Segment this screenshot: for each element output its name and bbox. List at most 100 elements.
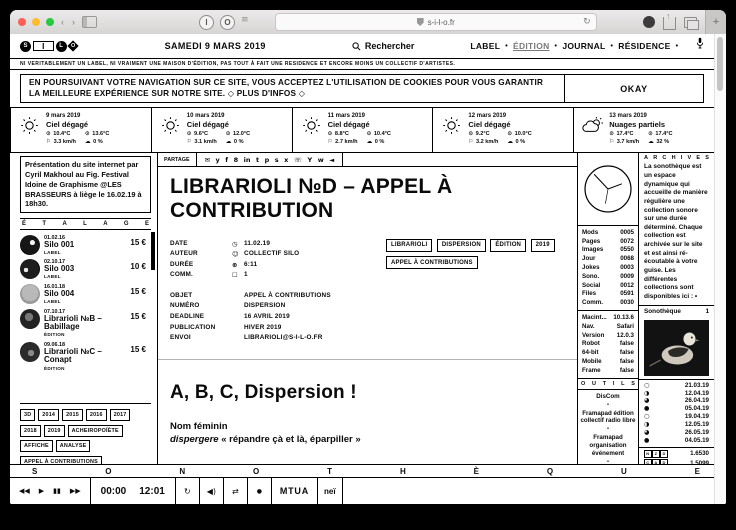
- reload-icon[interactable]: ↻: [583, 17, 591, 27]
- sonotheque-letter: E: [695, 467, 700, 476]
- stat-row: Comm.0030: [582, 299, 634, 308]
- article-tag-chip[interactable]: 2019: [531, 239, 555, 252]
- cookie-more-link[interactable]: ◇ PLUS D'INFOS ◇: [228, 89, 305, 98]
- etalage-scrollbar-thumb[interactable]: [151, 232, 155, 270]
- play-button[interactable]: ▶: [39, 487, 44, 495]
- share-icon[interactable]: y: [216, 156, 220, 164]
- volume-button[interactable]: ◀): [200, 478, 224, 504]
- tab-overview-icon[interactable]: [684, 17, 697, 28]
- moon-phase-icon: ◑: [644, 390, 649, 398]
- article-tag-chip[interactable]: LIBRARIOLI: [386, 239, 432, 252]
- tag-chip[interactable]: AFFICHE: [20, 440, 53, 452]
- share-icon[interactable]: x: [284, 156, 288, 164]
- outils-letter: L: [621, 381, 624, 387]
- tag-chip[interactable]: 2014: [38, 409, 59, 421]
- temp-min: ⊙ 9.2°C: [468, 131, 498, 139]
- extension-icon[interactable]: O: [220, 15, 235, 30]
- meta-row: PUBLICATION HIVER 2019: [170, 323, 360, 334]
- tag-chip[interactable]: 2018: [20, 425, 41, 437]
- stat-row: Sono.0009: [582, 273, 634, 282]
- item-category: LABEL: [44, 274, 74, 279]
- forward-button[interactable]: ›: [71, 18, 76, 27]
- forward-button[interactable]: ▶▶: [70, 487, 81, 495]
- loop-button[interactable]: ↻: [176, 478, 200, 504]
- share-icon[interactable]: p: [265, 156, 270, 164]
- share-icon[interactable]: ◄: [329, 156, 334, 164]
- article-tag-chip[interactable]: APPEL À CONTRIBUTIONS: [386, 256, 478, 269]
- record-button[interactable]: ●: [248, 478, 272, 504]
- shuffle-button[interactable]: ⇄: [224, 478, 248, 504]
- share-icon[interactable]: t: [256, 156, 259, 164]
- share-icon[interactable]: ✉: [205, 156, 210, 164]
- share-icon[interactable]: w: [318, 156, 324, 164]
- wind-speed: ⚐ 3.2 km/h: [468, 139, 498, 147]
- sonotheque-row[interactable]: Sonothèque 1: [639, 305, 714, 317]
- article-tag-chip[interactable]: ÉDITION: [490, 239, 526, 252]
- reader-mode-icon[interactable]: ≡: [241, 15, 249, 30]
- shop-item[interactable]: 09.06.18 Librarioli №C – Conapt ÉDITION …: [20, 337, 150, 370]
- search-control[interactable]: Rechercher: [352, 41, 415, 51]
- tool-link[interactable]: Framapad édition collectif radio libre: [580, 410, 636, 426]
- cookie-okay-button[interactable]: OKAY: [564, 75, 703, 102]
- sidebar-toggle-icon[interactable]: [82, 16, 97, 28]
- tag-chip[interactable]: 2017: [110, 409, 131, 421]
- share-icon[interactable]: f: [225, 156, 228, 164]
- tag-chip[interactable]: 2015: [62, 409, 83, 421]
- item-price: 10 €: [130, 259, 150, 271]
- nav-item[interactable]: LABEL: [470, 41, 500, 51]
- tag-chip[interactable]: ACHEIROPOÏÈTE: [68, 425, 123, 437]
- back-button[interactable]: ‹: [60, 18, 65, 27]
- mtua-button[interactable]: MTUA: [272, 478, 318, 504]
- meta-row: DEADLINE 16 AVRIL 2019: [170, 312, 360, 323]
- wind-flag-icon: ⚐: [46, 139, 51, 145]
- tool-link[interactable]: DisCom: [580, 393, 636, 401]
- shop-item[interactable]: 01.02.16 Silo 001 LABEL 15 €: [20, 230, 150, 255]
- extension-icon[interactable]: l: [199, 15, 214, 30]
- share-icon[interactable]: 8: [234, 156, 239, 164]
- shop-item[interactable]: 02.10.17 Silo 003 LABEL 10 €: [20, 255, 150, 280]
- page-scrollbar-thumb[interactable]: [717, 37, 723, 91]
- pause-button[interactable]: ▮▮: [53, 487, 61, 495]
- nav-item[interactable]: JOURNAL: [562, 41, 605, 51]
- extension-badge-icon[interactable]: [643, 16, 655, 28]
- minimize-window-button[interactable]: [32, 18, 40, 26]
- shop-item[interactable]: 07.10.17 Librarioli №B – Babillage ÉDITI…: [20, 304, 150, 337]
- tag-chip[interactable]: ANALYSE: [56, 440, 91, 452]
- close-window-button[interactable]: [18, 18, 26, 26]
- new-tab-button[interactable]: +: [705, 10, 726, 34]
- tag-chip[interactable]: 2019: [44, 425, 65, 437]
- cloud-cover: ☁ 0 %: [367, 139, 391, 147]
- moon-date: 04.05.19: [685, 437, 709, 445]
- microphone-icon[interactable]: [696, 37, 704, 55]
- item-thumbnail: [20, 259, 40, 279]
- archives-letter: H: [672, 155, 676, 161]
- item-title: Librarioli №C – Conapt: [44, 348, 126, 365]
- tag-chip[interactable]: APPEL À CONTRIBUTIONS: [20, 456, 102, 465]
- share-icon[interactable]: ☏: [294, 156, 302, 164]
- definition-word: dispergere: [170, 434, 219, 445]
- rewind-button[interactable]: ◀◀: [19, 487, 30, 495]
- tool-link[interactable]: Framapad organisation événement: [580, 434, 636, 458]
- article-tag-chip[interactable]: DISPERSION: [437, 239, 486, 252]
- share-icon[interactable]: [663, 17, 676, 30]
- player-track-area[interactable]: [343, 478, 714, 504]
- silo-logo[interactable]: S I L O: [20, 41, 77, 52]
- tag-chip[interactable]: 3D: [20, 409, 35, 421]
- weather-condition: Ciel dégagé: [46, 120, 109, 129]
- nav-item[interactable]: ÉDITION: [513, 41, 550, 51]
- browser-toolbar: ‹ › l O ≡ s-i-l-o.fr ↻ +: [10, 10, 726, 35]
- nei-button[interactable]: neï: [318, 478, 343, 504]
- zoom-window-button[interactable]: [46, 18, 54, 26]
- item-thumbnail: [20, 235, 40, 255]
- share-icon[interactable]: in: [244, 156, 251, 164]
- currency-rates: NZD 1.6530 CAD 1.5099 MXN: [639, 447, 714, 464]
- share-icon[interactable]: s: [275, 156, 279, 164]
- tag-chip[interactable]: 2016: [86, 409, 107, 421]
- address-bar[interactable]: s-i-l-o.fr ↻: [275, 13, 597, 31]
- moon-phase-icon: ◕: [644, 429, 649, 437]
- shop-item[interactable]: 16.01.18 Silo 004 LABEL 15 €: [20, 279, 150, 304]
- archives-letter: V: [687, 155, 691, 161]
- share-icon[interactable]: Y: [307, 156, 312, 164]
- nav-item[interactable]: RÉSIDENCE: [618, 41, 670, 51]
- item-category: ÉDITION: [44, 366, 126, 371]
